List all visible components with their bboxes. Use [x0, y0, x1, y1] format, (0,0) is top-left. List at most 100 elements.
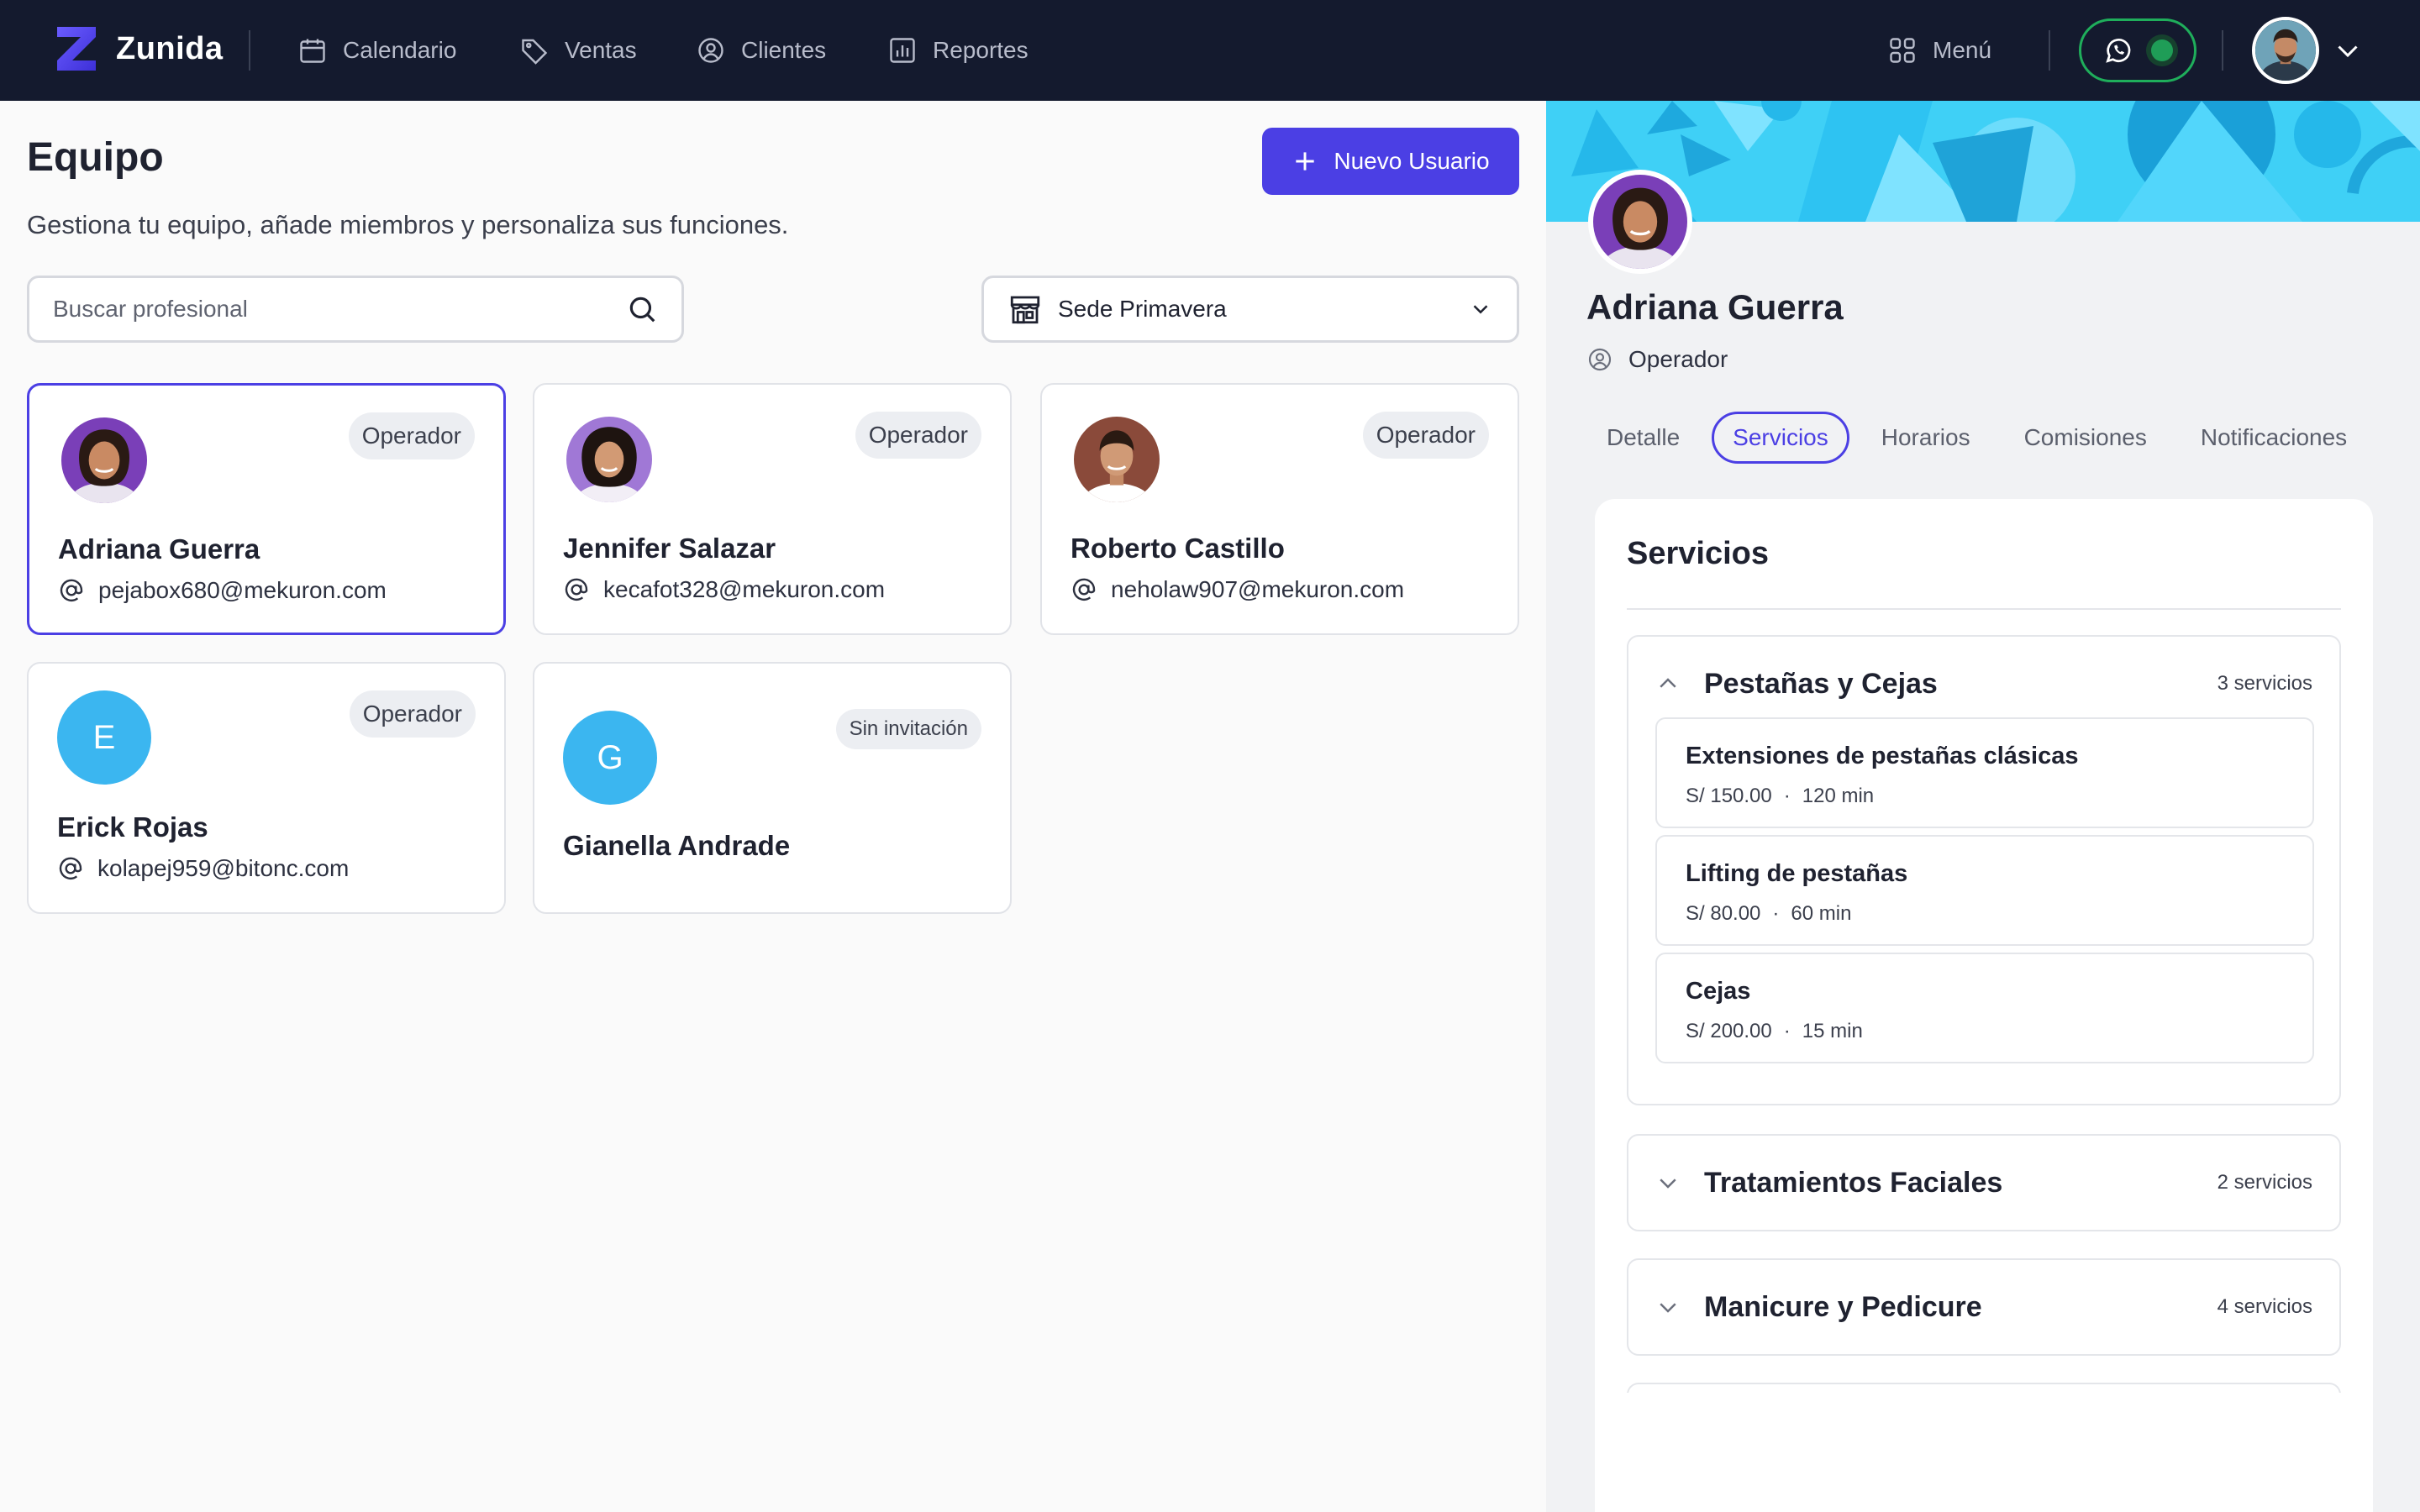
member-card-erick-rojas[interactable]: E Operador Erick Rojas kolapej959@bitonc… — [27, 662, 506, 914]
at-icon — [60, 579, 83, 602]
role-badge: Operador — [349, 690, 476, 738]
service-price: S/ 80.00 — [1686, 902, 1761, 925]
member-email: pejabox680@mekuron.com — [58, 577, 387, 604]
service-group-header[interactable]: Manicure y Pedicure 4 servicios — [1628, 1260, 2339, 1354]
tab-servicios[interactable]: Servicios — [1712, 412, 1849, 464]
tag-icon — [522, 39, 548, 65]
member-email: neholaw907@mekuron.com — [1071, 576, 1404, 603]
member-name: Erick Rojas — [57, 811, 208, 843]
nav-divider — [2049, 30, 2050, 71]
avatar — [61, 417, 147, 503]
nav-label: Clientes — [741, 37, 827, 63]
member-email-text: kolapej959@bitonc.com — [97, 855, 350, 881]
new-user-label: Nuevo Usuario — [1334, 148, 1490, 174]
service-group-count: 4 servicios — [2217, 1295, 2312, 1318]
store-icon — [1010, 296, 1040, 324]
member-email-text: pejabox680@mekuron.com — [98, 577, 387, 603]
services-section-title: Servicios — [1627, 536, 1769, 571]
service-duration: 15 min — [1802, 1020, 1863, 1042]
service-item[interactable]: Lifting de pestañas S/ 80.00 · 60 min — [1655, 835, 2314, 946]
user-circle-icon — [698, 38, 723, 63]
user-circle-icon — [1588, 348, 1612, 371]
search-input[interactable] — [53, 296, 626, 323]
service-item[interactable]: Extensiones de pestañas clásicas S/ 150.… — [1655, 717, 2314, 828]
chevron-down-icon — [1660, 1303, 1676, 1313]
nav-divider — [2222, 30, 2223, 71]
whatsapp-icon — [2106, 39, 2131, 63]
page-title: Equipo — [27, 135, 164, 180]
service-name: Lifting de pestañas — [1686, 860, 1908, 887]
location-select[interactable]: Sede Primavera — [981, 276, 1519, 343]
tab-horarios[interactable]: Horarios — [1863, 412, 1989, 464]
avatar: G — [563, 711, 657, 805]
divider — [1627, 608, 2341, 610]
member-email: kecafot328@mekuron.com — [563, 576, 885, 603]
online-status-dot — [2151, 39, 2173, 61]
menu-label: Menú — [1933, 37, 1992, 63]
menu-button[interactable]: Menú — [1887, 30, 1991, 71]
scroll-clip — [1595, 1393, 2373, 1512]
service-item[interactable]: Cejas S/ 200.00 · 15 min — [1655, 953, 2314, 1063]
at-icon — [59, 857, 82, 880]
grid-icon — [1890, 38, 1915, 63]
member-name: Jennifer Salazar — [563, 533, 776, 564]
search-field — [27, 276, 684, 343]
service-group-tratamientos-faciales[interactable]: Tratamientos Faciales 2 servicios — [1627, 1134, 2341, 1231]
role-badge: Operador — [1362, 412, 1489, 459]
role-badge: Operador — [348, 412, 475, 459]
at-icon — [565, 578, 588, 601]
zunida-logo-icon — [57, 27, 96, 71]
tab-comisiones[interactable]: Comisiones — [2006, 412, 2165, 464]
nav-label: Reportes — [933, 37, 1028, 63]
service-group-pestanas-y-cejas: Pestañas y Cejas 3 servicios Extensiones… — [1627, 635, 2341, 1105]
nav-item-reportes[interactable]: Reportes — [887, 30, 1028, 71]
service-duration: 120 min — [1802, 785, 1875, 807]
whatsapp-status-button[interactable] — [2079, 18, 2196, 82]
nav-label: Calendario — [343, 37, 457, 63]
service-meta: S/ 80.00 · 60 min — [1686, 902, 1851, 926]
app-logo[interactable]: Zunida — [54, 25, 224, 72]
member-name: Adriana Guerra — [58, 533, 260, 564]
invitation-status-badge: Sin invitación — [835, 709, 981, 749]
new-user-button[interactable]: Nuevo Usuario — [1262, 128, 1519, 195]
service-duration: 60 min — [1791, 902, 1852, 925]
member-name: Roberto Castillo — [1071, 533, 1285, 564]
avatar — [1074, 417, 1160, 502]
user-avatar[interactable] — [2252, 17, 2319, 84]
member-card-gianella-andrade[interactable]: G Sin invitación Gianella Andrade — [533, 662, 1012, 914]
separator: · — [1783, 1020, 1791, 1042]
chevron-down-icon[interactable] — [2333, 35, 2363, 66]
avatar: E — [57, 690, 151, 785]
service-group-title: Pestañas y Cejas — [1704, 667, 1938, 700]
chevron-down-icon — [1473, 305, 1488, 314]
nav-divider — [249, 30, 250, 71]
service-price: S/ 200.00 — [1686, 1020, 1772, 1042]
tab-notificaciones[interactable]: Notificaciones — [2182, 412, 2365, 464]
service-price: S/ 150.00 — [1686, 785, 1772, 807]
user-photo — [2255, 20, 2316, 81]
profile-avatar — [1588, 170, 1692, 274]
at-icon — [1072, 578, 1096, 601]
tab-detalle[interactable]: Detalle — [1588, 412, 1698, 464]
location-value: Sede Primavera — [1058, 296, 1227, 322]
chevron-up-icon — [1660, 678, 1676, 688]
search-icon[interactable] — [626, 293, 658, 325]
plus-icon — [1296, 152, 1315, 171]
nav-item-clientes[interactable]: Clientes — [696, 30, 826, 71]
member-email-text: kecafot328@mekuron.com — [603, 576, 886, 602]
service-name: Cejas — [1686, 978, 1751, 1005]
service-meta: S/ 150.00 · 120 min — [1686, 785, 1874, 808]
profile-tabs: Detalle Servicios Horarios Comisiones No… — [1588, 412, 2365, 464]
profile-role: Operador — [1586, 346, 1728, 373]
chevron-down-icon — [1660, 1179, 1676, 1189]
service-group-header[interactable]: Tratamientos Faciales 2 servicios — [1628, 1136, 2339, 1230]
service-group-title: Manicure y Pedicure — [1704, 1290, 1982, 1323]
member-card-adriana-guerra[interactable]: Operador Adriana Guerra pejabox680@mekur… — [27, 383, 506, 635]
service-group-manicure-y-pedicure[interactable]: Manicure y Pedicure 4 servicios — [1627, 1258, 2341, 1356]
service-meta: S/ 200.00 · 15 min — [1686, 1020, 1863, 1043]
member-card-roberto-castillo[interactable]: Operador Roberto Castillo neholaw907@mek… — [1040, 383, 1519, 635]
separator: · — [1772, 902, 1780, 925]
nav-item-ventas[interactable]: Ventas — [519, 30, 637, 71]
nav-item-calendario[interactable]: Calendario — [297, 30, 456, 71]
member-card-jennifer-salazar[interactable]: Operador Jennifer Salazar kecafot328@mek… — [533, 383, 1012, 635]
